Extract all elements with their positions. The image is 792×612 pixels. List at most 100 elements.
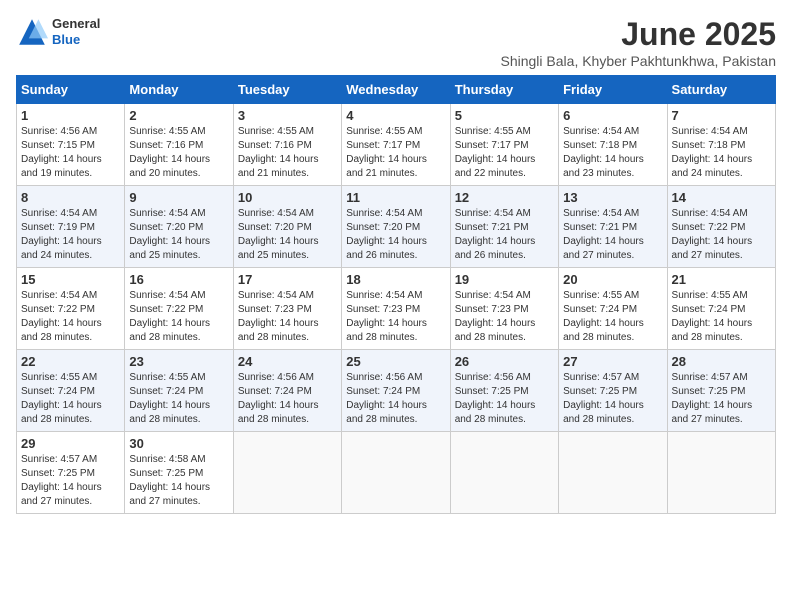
calendar-cell: 1 Sunrise: 4:56 AM Sunset: 7:15 PM Daylig… (17, 104, 125, 186)
day-info: Sunrise: 4:54 AM Sunset: 7:20 PM Dayligh… (129, 207, 228, 263)
calendar-cell (450, 432, 558, 514)
col-header-saturday: Saturday (667, 76, 775, 104)
day-info: Sunrise: 4:56 AM Sunset: 7:24 PM Dayligh… (238, 371, 337, 427)
day-number: 28 (672, 354, 771, 369)
day-number: 3 (238, 108, 337, 123)
title-block: June 2025 Shingli Bala, Khyber Pakhtunkh… (501, 16, 777, 69)
day-info: Sunrise: 4:57 AM Sunset: 7:25 PM Dayligh… (672, 371, 771, 427)
calendar-cell: 7 Sunrise: 4:54 AM Sunset: 7:18 PM Daylig… (667, 104, 775, 186)
day-info: Sunrise: 4:54 AM Sunset: 7:22 PM Dayligh… (129, 289, 228, 345)
day-info: Sunrise: 4:54 AM Sunset: 7:22 PM Dayligh… (21, 289, 120, 345)
day-info: Sunrise: 4:55 AM Sunset: 7:24 PM Dayligh… (129, 371, 228, 427)
day-number: 30 (129, 436, 228, 451)
calendar-cell: 24 Sunrise: 4:56 AM Sunset: 7:24 PM Dayli… (233, 350, 341, 432)
day-number: 20 (563, 272, 662, 287)
logo: General Blue (16, 16, 100, 48)
calendar-cell: 15 Sunrise: 4:54 AM Sunset: 7:22 PM Dayli… (17, 268, 125, 350)
calendar-cell: 28 Sunrise: 4:57 AM Sunset: 7:25 PM Dayli… (667, 350, 775, 432)
calendar-cell: 19 Sunrise: 4:54 AM Sunset: 7:23 PM Dayli… (450, 268, 558, 350)
day-info: Sunrise: 4:55 AM Sunset: 7:17 PM Dayligh… (346, 125, 445, 181)
day-number: 4 (346, 108, 445, 123)
subtitle: Shingli Bala, Khyber Pakhtunkhwa, Pakist… (501, 53, 777, 69)
day-number: 25 (346, 354, 445, 369)
calendar-table: SundayMondayTuesdayWednesdayThursdayFrid… (16, 75, 776, 514)
calendar-week-3: 22 Sunrise: 4:55 AM Sunset: 7:24 PM Dayli… (17, 350, 776, 432)
calendar-cell: 8 Sunrise: 4:54 AM Sunset: 7:19 PM Daylig… (17, 186, 125, 268)
day-number: 17 (238, 272, 337, 287)
day-number: 21 (672, 272, 771, 287)
day-info: Sunrise: 4:55 AM Sunset: 7:24 PM Dayligh… (563, 289, 662, 345)
calendar-cell: 16 Sunrise: 4:54 AM Sunset: 7:22 PM Dayli… (125, 268, 233, 350)
day-number: 13 (563, 190, 662, 205)
day-info: Sunrise: 4:54 AM Sunset: 7:19 PM Dayligh… (21, 207, 120, 263)
logo-general: General (52, 16, 100, 32)
day-info: Sunrise: 4:55 AM Sunset: 7:17 PM Dayligh… (455, 125, 554, 181)
day-info: Sunrise: 4:56 AM Sunset: 7:24 PM Dayligh… (346, 371, 445, 427)
calendar-cell: 18 Sunrise: 4:54 AM Sunset: 7:23 PM Dayli… (342, 268, 450, 350)
day-info: Sunrise: 4:54 AM Sunset: 7:18 PM Dayligh… (672, 125, 771, 181)
day-number: 19 (455, 272, 554, 287)
calendar-cell: 6 Sunrise: 4:54 AM Sunset: 7:18 PM Daylig… (559, 104, 667, 186)
day-number: 7 (672, 108, 771, 123)
page-header: General Blue June 2025 Shingli Bala, Khy… (16, 16, 776, 69)
calendar-cell (667, 432, 775, 514)
calendar-cell: 13 Sunrise: 4:54 AM Sunset: 7:21 PM Dayli… (559, 186, 667, 268)
day-number: 12 (455, 190, 554, 205)
day-info: Sunrise: 4:54 AM Sunset: 7:23 PM Dayligh… (238, 289, 337, 345)
col-header-friday: Friday (559, 76, 667, 104)
calendar-cell: 4 Sunrise: 4:55 AM Sunset: 7:17 PM Daylig… (342, 104, 450, 186)
calendar-cell: 30Sunrise: 4:58 AM Sunset: 7:25 PM Dayli… (125, 432, 233, 514)
calendar-cell: 29Sunrise: 4:57 AM Sunset: 7:25 PM Dayli… (17, 432, 125, 514)
day-number: 2 (129, 108, 228, 123)
day-number: 6 (563, 108, 662, 123)
day-info: Sunrise: 4:54 AM Sunset: 7:23 PM Dayligh… (346, 289, 445, 345)
day-number: 11 (346, 190, 445, 205)
calendar-header-row: SundayMondayTuesdayWednesdayThursdayFrid… (17, 76, 776, 104)
col-header-thursday: Thursday (450, 76, 558, 104)
calendar-cell: 21 Sunrise: 4:55 AM Sunset: 7:24 PM Dayli… (667, 268, 775, 350)
day-info: Sunrise: 4:54 AM Sunset: 7:22 PM Dayligh… (672, 207, 771, 263)
calendar-week-4: 29Sunrise: 4:57 AM Sunset: 7:25 PM Dayli… (17, 432, 776, 514)
day-number: 18 (346, 272, 445, 287)
calendar-cell: 11Sunrise: 4:54 AM Sunset: 7:20 PM Dayli… (342, 186, 450, 268)
calendar-cell: 27Sunrise: 4:57 AM Sunset: 7:25 PM Dayli… (559, 350, 667, 432)
day-number: 22 (21, 354, 120, 369)
day-info: Sunrise: 4:54 AM Sunset: 7:21 PM Dayligh… (563, 207, 662, 263)
calendar-week-1: 8 Sunrise: 4:54 AM Sunset: 7:19 PM Daylig… (17, 186, 776, 268)
day-info: Sunrise: 4:54 AM Sunset: 7:23 PM Dayligh… (455, 289, 554, 345)
col-header-sunday: Sunday (17, 76, 125, 104)
col-header-tuesday: Tuesday (233, 76, 341, 104)
day-number: 15 (21, 272, 120, 287)
calendar-cell (559, 432, 667, 514)
day-info: Sunrise: 4:55 AM Sunset: 7:16 PM Dayligh… (129, 125, 228, 181)
day-info: Sunrise: 4:54 AM Sunset: 7:21 PM Dayligh… (455, 207, 554, 263)
calendar-week-2: 15 Sunrise: 4:54 AM Sunset: 7:22 PM Dayli… (17, 268, 776, 350)
calendar-cell (342, 432, 450, 514)
calendar-cell: 10Sunrise: 4:54 AM Sunset: 7:20 PM Dayli… (233, 186, 341, 268)
col-header-monday: Monday (125, 76, 233, 104)
day-number: 14 (672, 190, 771, 205)
calendar-cell: 5 Sunrise: 4:55 AM Sunset: 7:17 PM Daylig… (450, 104, 558, 186)
day-number: 24 (238, 354, 337, 369)
day-number: 16 (129, 272, 228, 287)
calendar-cell: 9 Sunrise: 4:54 AM Sunset: 7:20 PM Daylig… (125, 186, 233, 268)
day-info: Sunrise: 4:54 AM Sunset: 7:18 PM Dayligh… (563, 125, 662, 181)
logo-text: General Blue (52, 16, 100, 47)
day-number: 1 (21, 108, 120, 123)
calendar-cell: 26Sunrise: 4:56 AM Sunset: 7:25 PM Dayli… (450, 350, 558, 432)
day-number: 10 (238, 190, 337, 205)
day-number: 9 (129, 190, 228, 205)
calendar-cell (233, 432, 341, 514)
day-info: Sunrise: 4:56 AM Sunset: 7:15 PM Dayligh… (21, 125, 120, 181)
calendar-cell: 20 Sunrise: 4:55 AM Sunset: 7:24 PM Dayli… (559, 268, 667, 350)
day-number: 5 (455, 108, 554, 123)
day-number: 8 (21, 190, 120, 205)
col-header-wednesday: Wednesday (342, 76, 450, 104)
day-number: 29 (21, 436, 120, 451)
day-info: Sunrise: 4:55 AM Sunset: 7:24 PM Dayligh… (672, 289, 771, 345)
day-number: 27 (563, 354, 662, 369)
day-info: Sunrise: 4:55 AM Sunset: 7:16 PM Dayligh… (238, 125, 337, 181)
day-info: Sunrise: 4:55 AM Sunset: 7:24 PM Dayligh… (21, 371, 120, 427)
calendar-cell: 17 Sunrise: 4:54 AM Sunset: 7:23 PM Dayli… (233, 268, 341, 350)
calendar-cell: 3 Sunrise: 4:55 AM Sunset: 7:16 PM Daylig… (233, 104, 341, 186)
